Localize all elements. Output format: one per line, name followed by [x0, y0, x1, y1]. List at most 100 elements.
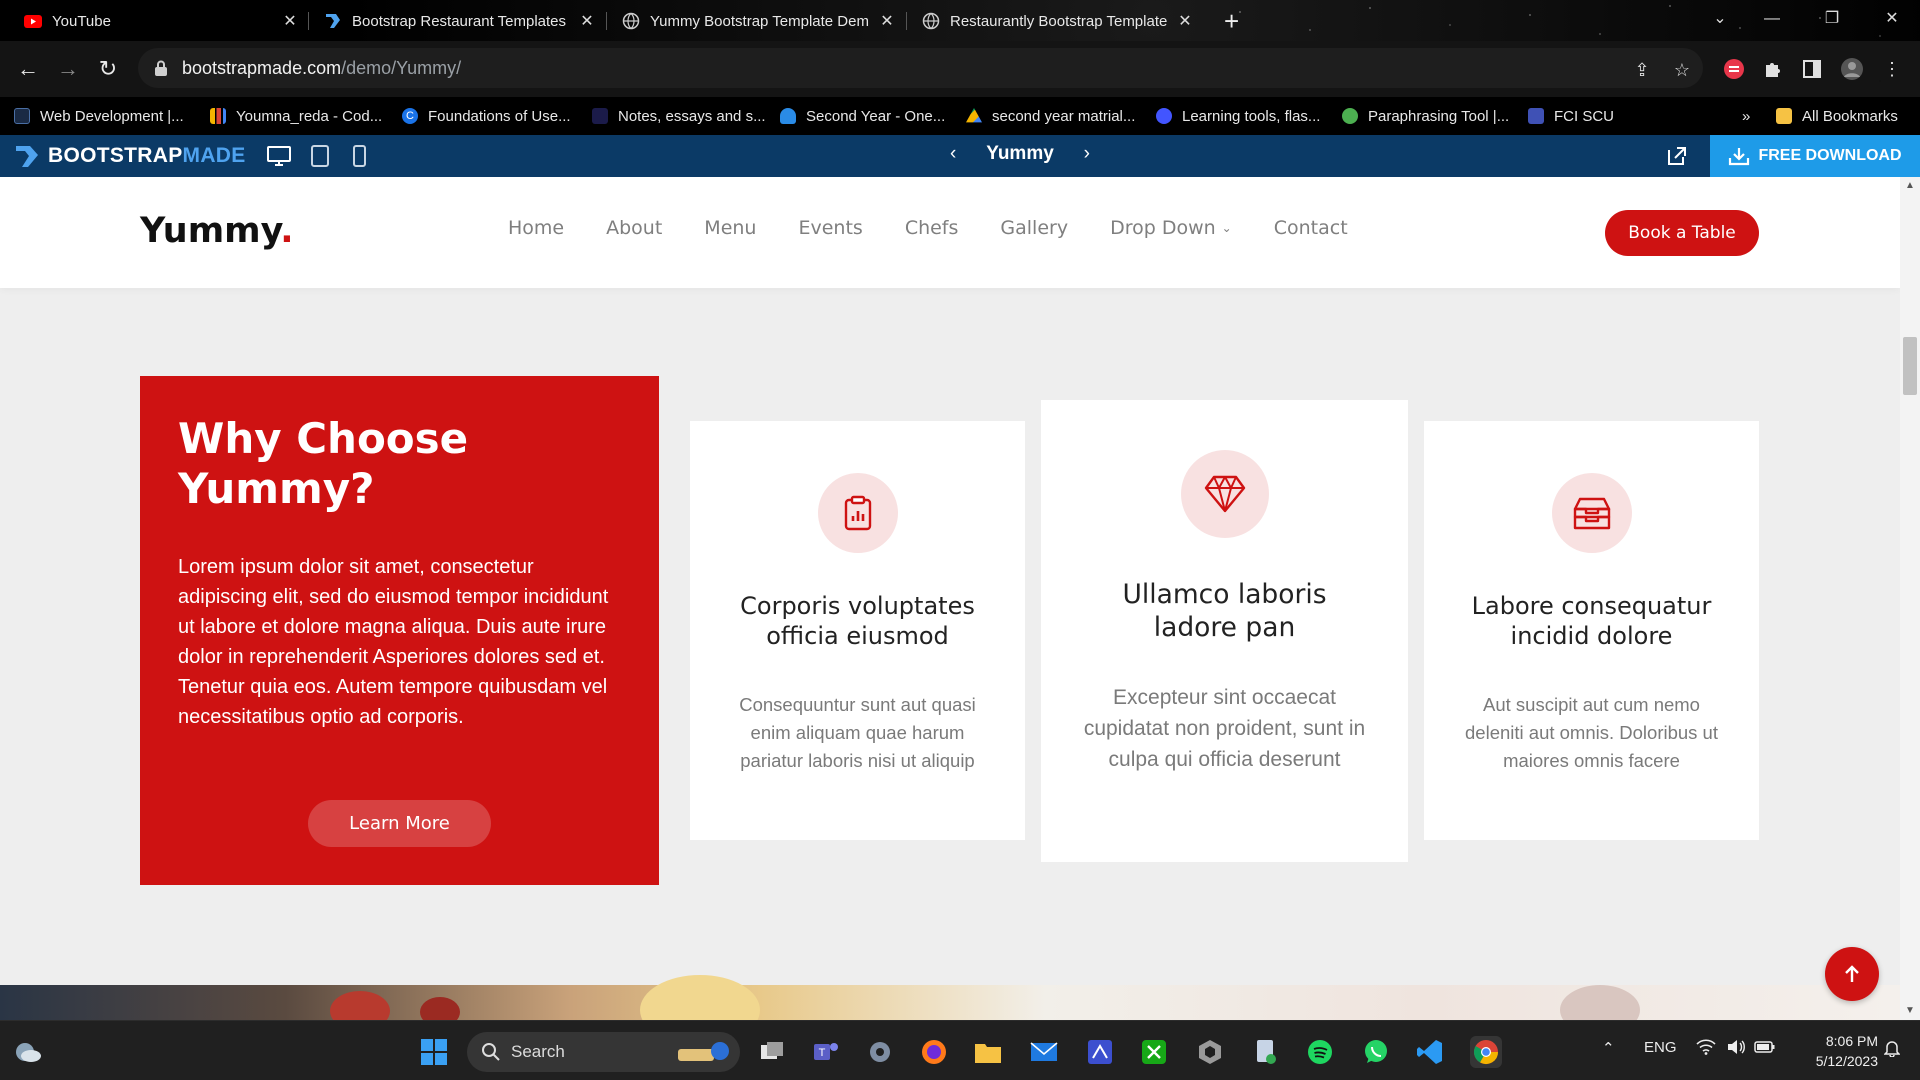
- vscode-icon[interactable]: [1414, 1036, 1446, 1068]
- tab-close-icon[interactable]: ✕: [1176, 11, 1194, 31]
- icon-box: Labore consequatur incidid dolore Aut su…: [1424, 421, 1759, 840]
- forward-icon[interactable]: →: [52, 53, 84, 85]
- bookmark-item[interactable]: Notes, essays and s...: [592, 105, 766, 127]
- nav-home[interactable]: Home: [508, 217, 564, 239]
- tray-overflow-icon[interactable]: ⌃: [1602, 1039, 1615, 1057]
- bookmark-item[interactable]: FCI SCU: [1528, 105, 1614, 127]
- share-icon[interactable]: ⇪: [1630, 58, 1654, 82]
- tab-youtube[interactable]: YouTube ✕: [24, 6, 299, 36]
- tablet-view-icon[interactable]: [307, 144, 333, 168]
- tab-close-icon[interactable]: ✕: [281, 11, 299, 31]
- open-external-icon[interactable]: [1665, 144, 1689, 168]
- restore-icon[interactable]: ❐: [1812, 4, 1852, 34]
- weather-icon[interactable]: [12, 1036, 44, 1068]
- wifi-icon[interactable]: [1696, 1039, 1716, 1059]
- youtube-icon: [24, 12, 42, 30]
- mobile-view-icon[interactable]: [346, 144, 372, 168]
- why-title: Why Choose Yummy?: [178, 414, 469, 513]
- back-icon[interactable]: ←: [12, 53, 44, 85]
- unity-icon[interactable]: [1194, 1036, 1226, 1068]
- teams-icon[interactable]: T: [810, 1036, 842, 1068]
- bootstrapmade-icon: [16, 146, 38, 167]
- scrollbar-thumb[interactable]: [1903, 337, 1917, 395]
- task-view-icon[interactable]: [756, 1036, 788, 1068]
- bookmark-item[interactable]: C Foundations of Use...: [402, 105, 571, 127]
- scroll-top-button[interactable]: [1825, 947, 1879, 1001]
- globe-icon: [622, 12, 640, 30]
- reload-icon[interactable]: ↻: [92, 53, 124, 85]
- language-indicator[interactable]: ENG: [1644, 1039, 1677, 1056]
- whatsapp-icon[interactable]: [1360, 1036, 1392, 1068]
- notification-bell-icon[interactable]: [1883, 1039, 1901, 1061]
- nav-dropdown[interactable]: Drop Down ⌄: [1110, 217, 1232, 239]
- volume-icon[interactable]: [1726, 1039, 1746, 1059]
- desktop-view-icon[interactable]: [266, 144, 292, 168]
- next-template-icon[interactable]: ›: [1084, 143, 1090, 165]
- close-window-icon[interactable]: ✕: [1872, 4, 1912, 34]
- tab-yummy-demo[interactable]: Yummy Bootstrap Template Dem ✕: [622, 6, 896, 36]
- bookmark-item[interactable]: Web Development |...: [14, 105, 184, 127]
- scroll-down-arrow-icon[interactable]: ▼: [1900, 1002, 1920, 1020]
- url-path: /demo/Yummy/: [341, 57, 462, 78]
- xbox-icon[interactable]: [1138, 1036, 1170, 1068]
- prev-template-icon[interactable]: ‹: [950, 143, 956, 165]
- bootstrapmade-icon: [324, 12, 342, 30]
- tab-bootstrap-templates[interactable]: Bootstrap Restaurant Templates ✕: [324, 6, 596, 36]
- scroll-up-arrow-icon[interactable]: ▲: [1900, 177, 1920, 195]
- bookmark-item[interactable]: Second Year - One...: [780, 105, 945, 127]
- bookmark-item[interactable]: Learning tools, flas...: [1156, 105, 1320, 127]
- learn-more-button[interactable]: Learn More: [308, 800, 491, 847]
- bootstrapmade-logo[interactable]: BOOTSTRAP MADE: [14, 143, 246, 169]
- bookmark-item[interactable]: Youmna_reda - Cod...: [210, 105, 382, 127]
- browser-toolbar: ← → ↻ bootstrapmade.com/demo/Yummy/ ⇪ ☆ …: [0, 41, 1920, 97]
- spotify-icon[interactable]: [1304, 1036, 1336, 1068]
- search-icon: [482, 1043, 500, 1061]
- nav-chefs[interactable]: Chefs: [905, 217, 959, 239]
- start-windows-icon[interactable]: [418, 1036, 450, 1068]
- file-explorer-icon[interactable]: [972, 1036, 1004, 1068]
- menu-kebab-icon[interactable]: ⋮: [1880, 57, 1904, 81]
- icon-box-title: Corporis voluptates officia eiusmod: [740, 592, 975, 650]
- bar-chart-icon: [210, 108, 226, 124]
- profile-avatar-icon[interactable]: [1840, 57, 1864, 81]
- new-tab-button[interactable]: +: [1224, 6, 1239, 36]
- taskbar-clock[interactable]: 8:06 PM 5/12/2023: [1792, 1031, 1878, 1071]
- nav-events[interactable]: Events: [798, 217, 862, 239]
- extension-red-icon[interactable]: [1722, 57, 1746, 81]
- star-icon[interactable]: ☆: [1670, 58, 1694, 82]
- bookmark-item[interactable]: Paraphrasing Tool |...: [1342, 105, 1509, 127]
- tab-search-icon[interactable]: ⌄: [1700, 4, 1740, 34]
- nav-about[interactable]: About: [606, 217, 662, 239]
- next-section-photo: [0, 975, 1900, 1020]
- chrome-icon[interactable]: [1470, 1036, 1502, 1068]
- tab-restaurantly[interactable]: Restaurantly Bootstrap Template ✕: [922, 6, 1194, 36]
- site-logo[interactable]: Yummy.: [140, 211, 294, 251]
- page-viewport: Yummy. Home About Menu Events Chefs Gall…: [0, 177, 1900, 1020]
- taskbar-search[interactable]: Search: [467, 1032, 740, 1072]
- address-bar[interactable]: bootstrapmade.com/demo/Yummy/ ⇪ ☆: [138, 48, 1703, 88]
- bookmark-item[interactable]: second year matrial...: [966, 105, 1135, 127]
- extensions-puzzle-icon[interactable]: [1760, 57, 1784, 81]
- minimize-icon[interactable]: —: [1752, 4, 1792, 34]
- inboxes-icon: [1551, 473, 1632, 553]
- bookmarks-overflow[interactable]: »: [1742, 105, 1750, 127]
- book-a-table-button[interactable]: Book a Table: [1605, 210, 1759, 256]
- nav-gallery[interactable]: Gallery: [1000, 217, 1068, 239]
- tab-close-icon[interactable]: ✕: [578, 11, 596, 31]
- nav-menu[interactable]: Menu: [704, 217, 756, 239]
- download-icon: [1729, 148, 1750, 166]
- firefox-icon[interactable]: [918, 1036, 950, 1068]
- nav-contact[interactable]: Contact: [1274, 217, 1348, 239]
- power-automate-icon[interactable]: [1084, 1036, 1116, 1068]
- calendar-icon: [1528, 108, 1544, 124]
- why-choose-box: Why Choose Yummy? Lorem ipsum dolor sit …: [140, 376, 659, 885]
- free-download-button[interactable]: FREE DOWNLOAD: [1710, 135, 1920, 177]
- all-bookmarks[interactable]: All Bookmarks: [1776, 105, 1898, 127]
- tab-close-icon[interactable]: ✕: [878, 11, 896, 31]
- page-scrollbar[interactable]: ▲ ▼: [1900, 177, 1920, 1020]
- file-icon[interactable]: [1250, 1036, 1282, 1068]
- mail-icon[interactable]: [1028, 1036, 1060, 1068]
- settings-gear-icon[interactable]: [864, 1036, 896, 1068]
- battery-icon[interactable]: [1754, 1039, 1776, 1059]
- side-panel-icon[interactable]: [1800, 57, 1824, 81]
